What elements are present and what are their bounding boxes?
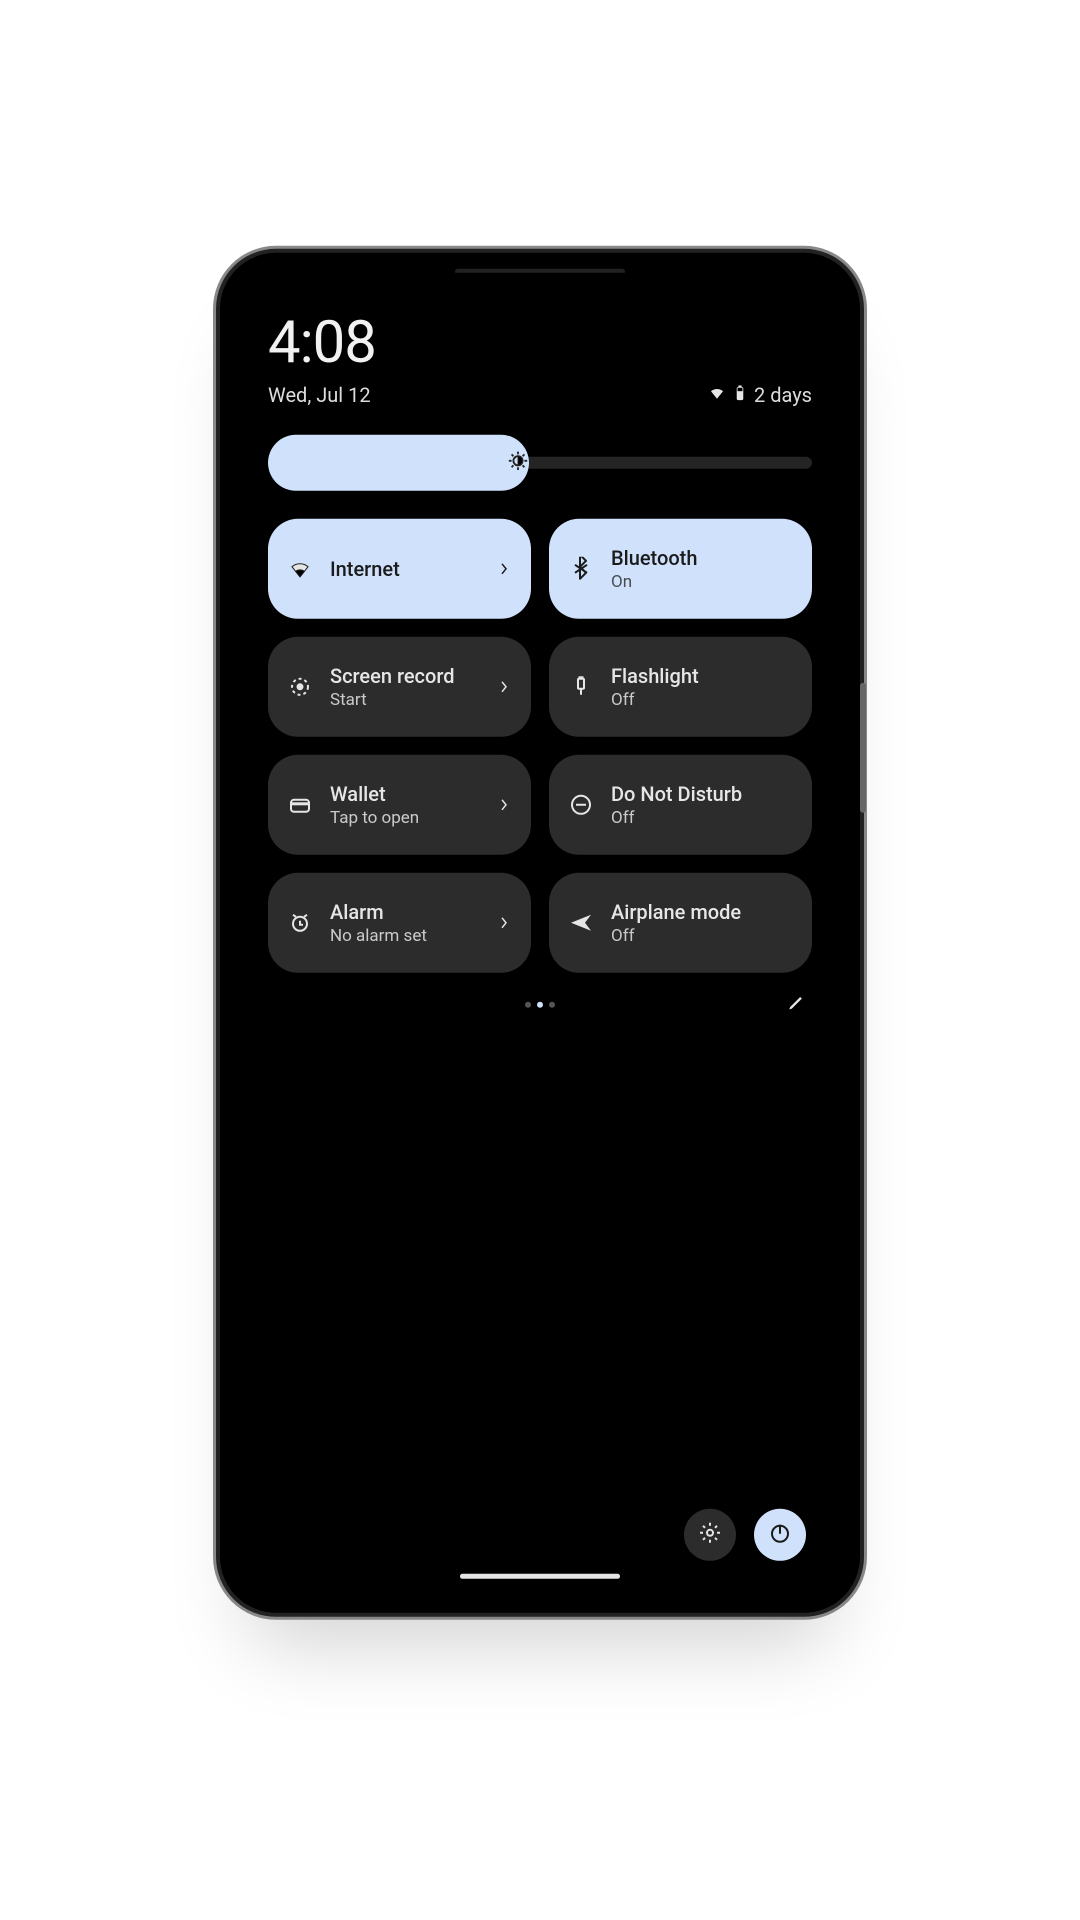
internet-icon	[286, 557, 314, 581]
tile-subtitle: No alarm set	[330, 926, 483, 946]
tile-subtitle: Off	[611, 808, 794, 828]
tile-subtitle: Off	[611, 926, 794, 946]
tile-title: Wallet	[330, 782, 483, 806]
page-dot	[549, 1002, 555, 1008]
bluetooth-icon	[567, 557, 595, 581]
chevron-right-icon	[499, 681, 513, 693]
tile-record[interactable]: Screen recordStart	[268, 637, 531, 737]
alarm-icon	[286, 911, 314, 935]
chevron-right-icon	[499, 799, 513, 811]
tile-dnd[interactable]: Do Not DisturbOff	[549, 755, 812, 855]
power-icon	[768, 1521, 792, 1549]
tile-title: Airplane mode	[611, 900, 794, 924]
status-icons: 2 days	[708, 383, 812, 407]
pencil-icon	[786, 998, 806, 1017]
dnd-icon	[567, 793, 595, 817]
tile-internet[interactable]: Internet	[268, 519, 531, 619]
edit-tiles-button[interactable]	[786, 993, 806, 1017]
tile-airplane[interactable]: Airplane modeOff	[549, 873, 812, 973]
tile-title: Screen record	[330, 664, 483, 688]
flash-icon	[567, 675, 595, 699]
tile-subtitle: Start	[330, 690, 483, 710]
tile-title: Flashlight	[611, 664, 794, 688]
tile-title: Do Not Disturb	[611, 782, 794, 806]
tile-subtitle: On	[611, 572, 794, 592]
settings-button[interactable]	[684, 1509, 736, 1561]
quick-settings-panel: 4:08 Wed, Jul 12 2 days Internet Bluetoot…	[240, 273, 840, 1593]
brightness-fill	[268, 435, 529, 491]
date-text[interactable]: Wed, Jul 12	[268, 383, 371, 407]
chevron-right-icon	[499, 917, 513, 929]
page-indicator[interactable]	[525, 1002, 555, 1008]
gear-icon	[698, 1521, 722, 1549]
tile-subtitle: Tap to open	[330, 808, 483, 828]
battery-estimate-text: 2 days	[754, 383, 812, 407]
chevron-right-icon	[499, 563, 513, 575]
page-dot	[537, 1002, 543, 1008]
tile-title: Bluetooth	[611, 546, 794, 570]
physical-side-button	[860, 683, 866, 813]
page-dot	[525, 1002, 531, 1008]
clock-time[interactable]: 4:08	[268, 309, 812, 377]
record-icon	[286, 675, 314, 699]
brightness-slider[interactable]	[268, 435, 812, 491]
wallet-icon	[286, 793, 314, 817]
brightness-icon	[507, 450, 529, 476]
quick-settings-tiles: InternetBluetoothOnScreen recordStartFla…	[268, 519, 812, 973]
nav-gesture-handle[interactable]	[460, 1574, 620, 1579]
power-button[interactable]	[754, 1509, 806, 1561]
tile-title: Internet	[330, 557, 483, 581]
tile-alarm[interactable]: AlarmNo alarm set	[268, 873, 531, 973]
battery-icon	[734, 383, 746, 407]
wifi-status-icon	[708, 383, 726, 407]
tile-flash[interactable]: FlashlightOff	[549, 637, 812, 737]
phone-frame: 4:08 Wed, Jul 12 2 days Internet Bluetoot…	[220, 253, 860, 1613]
tile-subtitle: Off	[611, 690, 794, 710]
airplane-icon	[567, 911, 595, 935]
tile-wallet[interactable]: WalletTap to open	[268, 755, 531, 855]
tile-title: Alarm	[330, 900, 483, 924]
tile-bluetooth[interactable]: BluetoothOn	[549, 519, 812, 619]
